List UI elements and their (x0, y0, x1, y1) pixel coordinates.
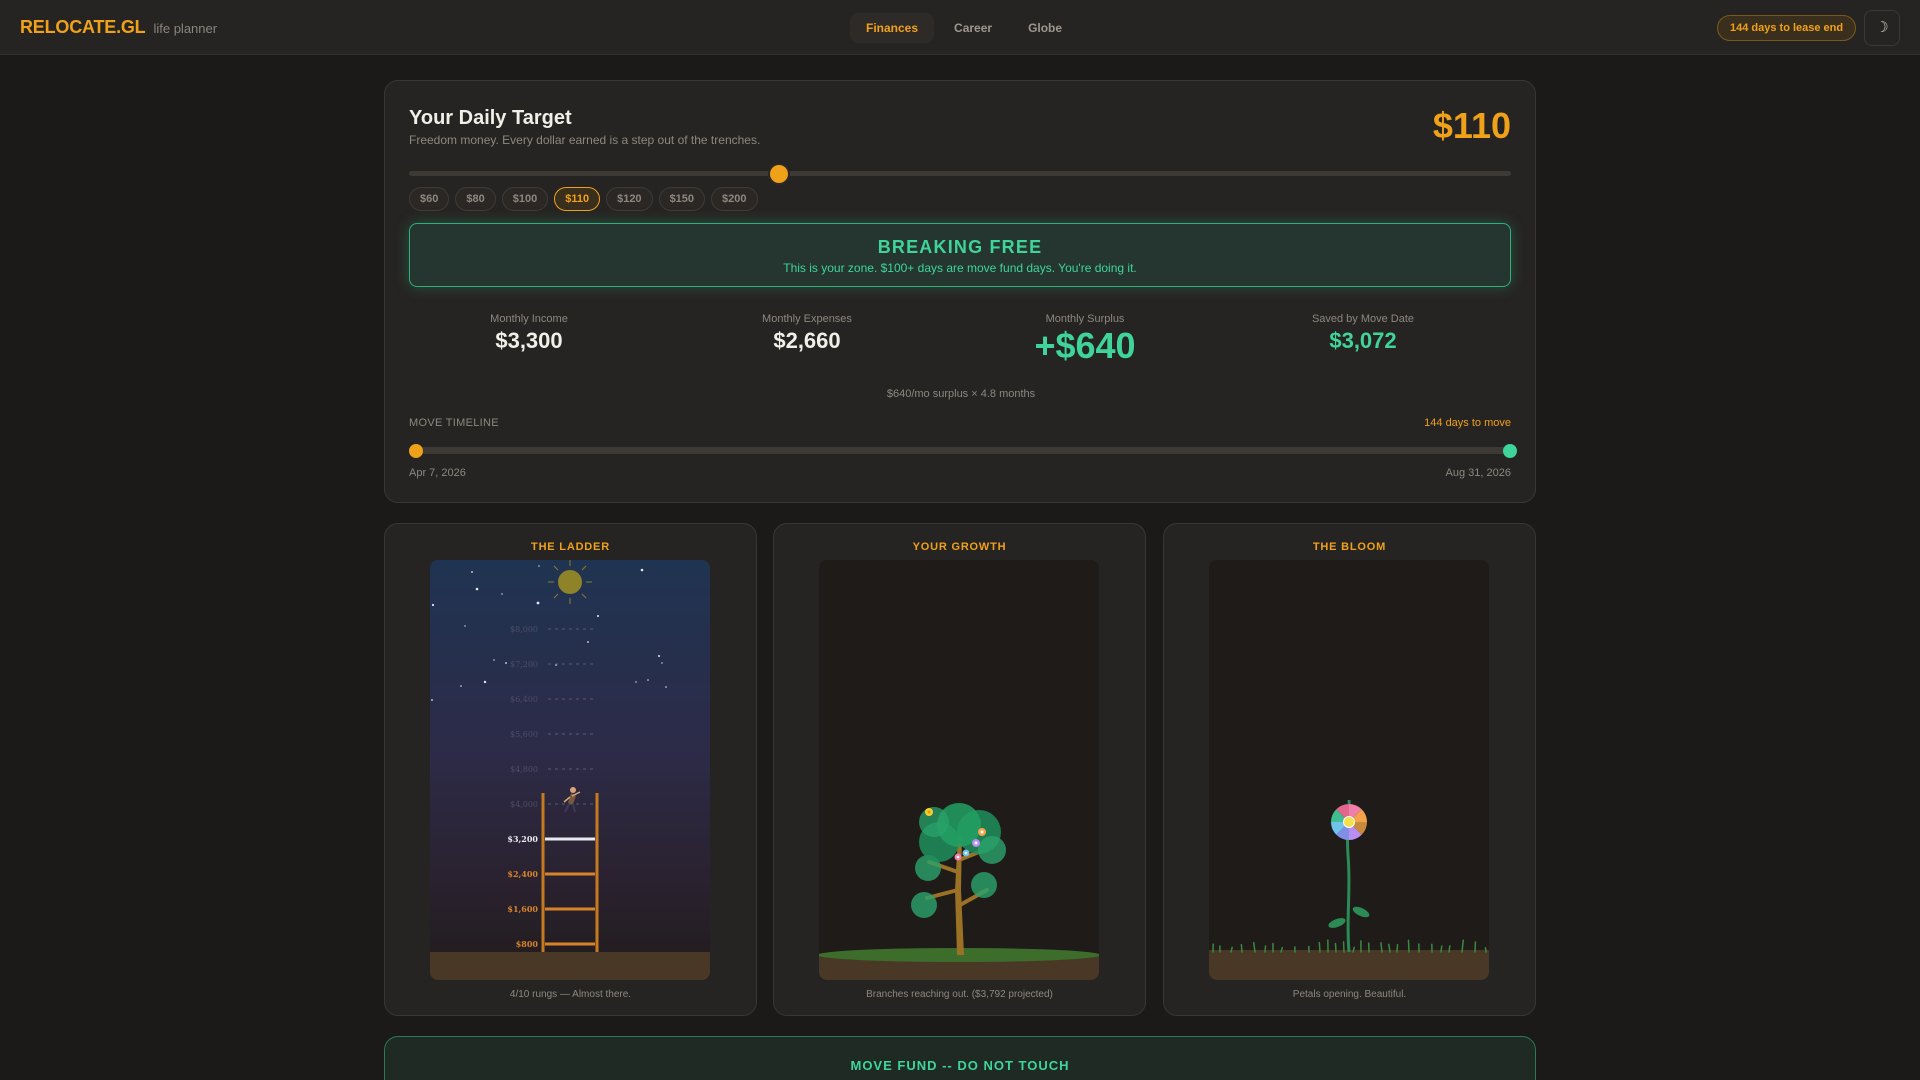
grass-blade (1407, 939, 1410, 953)
stat-value: $3,072 (1329, 328, 1397, 353)
timeline-start-date: Apr 7, 2026 (409, 467, 466, 479)
preset-chip[interactable]: $150 (658, 187, 706, 211)
app-subtitle: life planner (153, 21, 218, 36)
growth-card: YOUR GROWTH Branches reaching out. ($3,7… (773, 523, 1146, 1016)
top-bar: RELOCATE.GL life planner Finances Career… (0, 0, 1920, 55)
zone-title: BREAKING FREE (877, 237, 1043, 257)
zone-message: This is your zone. $100+ days are move f… (783, 261, 1137, 275)
growth-title: YOUR GROWTH (912, 541, 1007, 553)
daily-target-title: Your Daily Target (409, 107, 572, 129)
preset-chip[interactable]: $120 (606, 187, 653, 211)
stat-monthly-income: Monthly Income $3,300 (390, 313, 668, 354)
ladder-illustration: $800 $1,600 $2,400 $3,200 $4,000 $4,800 $5,600… (430, 560, 710, 980)
timeline-end-marker (1503, 444, 1517, 458)
ladder-caption: 4/10 rungs — Almost there. (509, 989, 632, 1000)
timeline-label: MOVE TIMELINE (409, 417, 499, 429)
ladder-rung-label: $3,200 (507, 834, 538, 844)
preset-chips: $60 $80 $100 $110 $120 $150 $200 (409, 187, 758, 211)
tab-finances[interactable]: Finances (850, 13, 935, 43)
stat-saved-by-move: Saved by Move Date $3,072 (1224, 313, 1502, 354)
stat-value: $2,660 (773, 328, 841, 353)
grass-blade (1264, 945, 1267, 953)
tab-career[interactable]: Career (938, 13, 1008, 43)
ground (430, 952, 710, 980)
ladder-rung-label: $8,000 (510, 625, 538, 634)
ladder-rung-label: $2,400 (507, 869, 538, 879)
grass-blade (1440, 945, 1443, 953)
flower-head (1331, 804, 1367, 840)
ladder-rung-label: $1,600 (507, 904, 538, 914)
stat-label: Monthly Income (490, 313, 568, 325)
daily-target-value: $110 (1432, 105, 1511, 146)
brand[interactable]: RELOCATE.GL life planner (20, 17, 217, 38)
stat-monthly-surplus: Monthly Surplus +$640 (946, 313, 1224, 367)
stat-value: +$640 (1034, 325, 1136, 366)
theme-toggle-button[interactable]: ☽ (1864, 10, 1900, 46)
preset-chip[interactable]: $100 (501, 187, 549, 211)
grass-blade (1318, 941, 1321, 953)
preset-chip[interactable]: $60 (409, 187, 450, 211)
ladder-scene: $800 $1,600 $2,400 $3,200 $4,000 $4,800 $5,600… (430, 560, 710, 980)
preset-chip[interactable]: $200 (711, 187, 758, 211)
stat-label: Monthly Expenses (762, 313, 852, 325)
app-logo[interactable]: RELOCATE.GL (20, 17, 146, 38)
growth-caption: Branches reaching out. ($3,792 projected… (866, 989, 1053, 1000)
timeline-track (413, 447, 1509, 454)
preset-chip[interactable]: $80 (455, 187, 496, 211)
moon-icon: ☽ (1875, 19, 1889, 36)
move-fund-card: MOVE FUND -- DO NOT TOUCH (384, 1036, 1536, 1080)
zone-banner: BREAKING FREE This is your zone. $100+ d… (409, 223, 1511, 287)
stat-monthly-expenses: Monthly Expenses $2,660 (668, 313, 946, 354)
tree-illustration (819, 803, 1099, 980)
grass-blade (1448, 945, 1451, 953)
grass-blade (1484, 947, 1487, 953)
ladder-rung-label: $6,400 (510, 695, 538, 704)
ladder-title: THE LADDER (531, 541, 610, 553)
surplus-note: $640/mo surplus × 4.8 months (886, 388, 1036, 400)
grass-blade (1396, 943, 1399, 953)
slider-thumb[interactable] (770, 165, 788, 183)
daily-target-slider[interactable] (409, 171, 1511, 176)
flower-illustration (1209, 799, 1489, 980)
grass-blade (1334, 942, 1337, 953)
preset-chip-selected[interactable]: $110 (554, 187, 601, 211)
bloom-caption: Petals opening. Beautiful. (1292, 989, 1407, 1000)
ladder-card: THE LADDER $800 $1,600 $2,400 $3,200 $4,… (384, 523, 757, 1016)
daily-target-subtitle: Freedom money. Every dollar earned is a … (409, 133, 761, 147)
ladder-rung-label: $4,000 (510, 800, 538, 809)
bloom-title: THE BLOOM (1312, 541, 1387, 553)
bloom-scene (1209, 560, 1489, 980)
stat-label: Saved by Move Date (1311, 313, 1415, 325)
bloom-card: THE BLOOM Petals opening. Beautiful. (1163, 523, 1536, 1016)
timeline-end-date: Aug 31, 2026 (1445, 467, 1511, 479)
stat-value: $3,300 (495, 328, 563, 353)
grass-blade (1240, 943, 1243, 953)
growth-scene (819, 560, 1099, 980)
lease-countdown-badge: 144 days to lease end (1717, 15, 1857, 41)
ladder-rung-label: $5,600 (510, 730, 538, 739)
timeline-start-marker (409, 444, 423, 458)
stat-label: Monthly Surplus (1045, 313, 1125, 325)
ladder-rung-label: $7,200 (510, 660, 538, 669)
move-fund-title: MOVE FUND -- DO NOT TOUCH (850, 1058, 1070, 1073)
ladder-rung-label: $4,800 (510, 765, 538, 774)
ladder-rung-label: $800 (516, 939, 539, 949)
daily-target-card: Your Daily Target Freedom money. Every d… (384, 80, 1536, 503)
main-nav: Finances Career Globe (850, 13, 1078, 43)
timeline-days: 144 days to move (1424, 417, 1511, 429)
tab-globe[interactable]: Globe (1012, 13, 1078, 43)
